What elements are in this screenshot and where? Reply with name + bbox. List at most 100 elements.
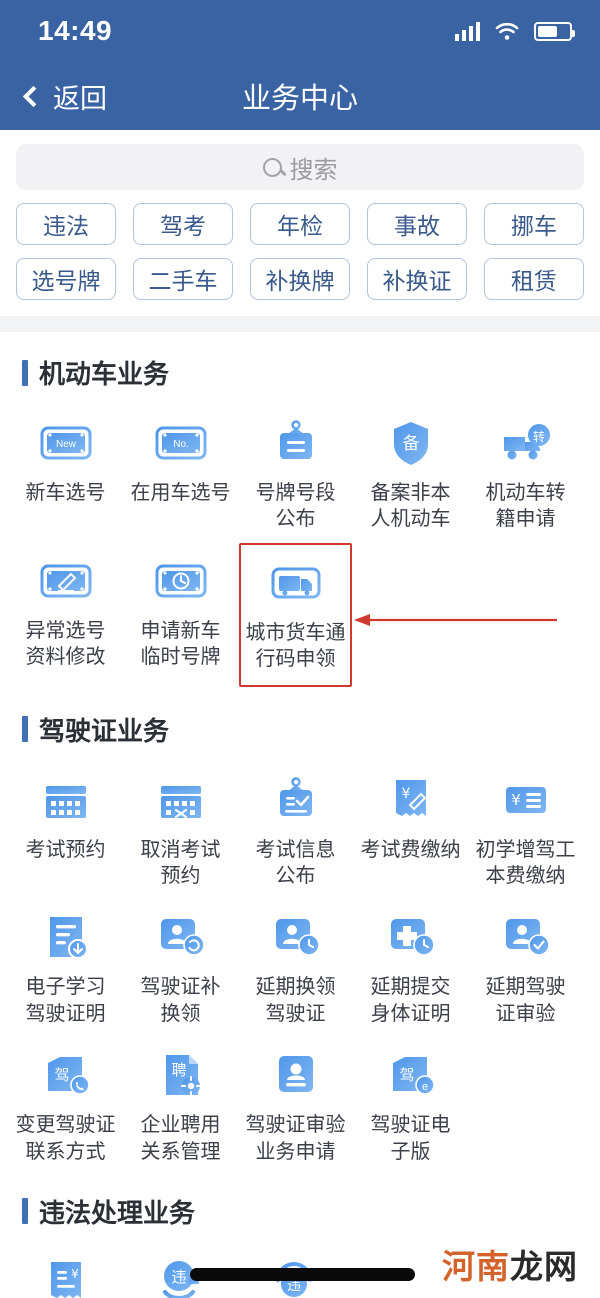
quick-tag-chip[interactable]: 驾考: [133, 203, 233, 245]
service-item-label: 初学增驾工 本费缴纳: [475, 838, 576, 887]
document-download-icon: [38, 909, 94, 965]
service-item[interactable]: No. 在用车选号: [124, 409, 237, 533]
signal-bars-icon: [455, 21, 480, 41]
search-icon: [262, 157, 282, 177]
back-button-label: 返回: [53, 83, 107, 114]
service-item-label: 延期换领 驾驶证: [255, 976, 336, 1025]
redaction-bar: [190, 1268, 415, 1281]
service-item[interactable]: ¥: [9, 1248, 122, 1298]
service-item[interactable]: ¥ 考试费缴纳: [354, 766, 467, 890]
yuan-list-icon: ¥: [498, 772, 554, 828]
svg-text:No.: No.: [173, 439, 189, 450]
battery-icon: [534, 21, 575, 41]
section-title-label: 驾驶证业务: [39, 715, 170, 746]
quick-tag-chip[interactable]: 补换牌: [250, 258, 350, 300]
svg-text:e: e: [421, 1081, 427, 1093]
svg-text:转: 转: [532, 429, 544, 444]
service-item-label: 考试费缴纳: [360, 838, 461, 861]
service-item[interactable]: 转机动车转 籍申请: [469, 409, 582, 533]
svg-text:违: 违: [171, 1268, 186, 1286]
svg-text:¥: ¥: [71, 1267, 79, 1281]
service-item-label: 延期驾驶 证审验: [485, 976, 566, 1025]
wifi-icon: [494, 21, 520, 41]
quick-tag-chip[interactable]: 年检: [250, 203, 350, 245]
section-divider: [0, 316, 600, 332]
service-item[interactable]: 延期提交 身体证明: [354, 903, 467, 1027]
service-item[interactable]: 驾驶证补 换领: [124, 903, 237, 1027]
receipt-yuan-edit-icon: ¥: [383, 772, 439, 828]
quick-tag-chip[interactable]: 挪车: [484, 203, 584, 245]
service-section: 驾驶证业务考试预约 取消考试 预约 考试信息 公布 ¥ 考试费缴纳 ¥ 初学增驾工 本费缴纳…: [0, 689, 600, 1171]
back-button[interactable]: 返回: [22, 77, 107, 116]
quick-tag-chip[interactable]: 选号牌: [16, 258, 116, 300]
service-item[interactable]: ¥ 初学增驾工 本费缴纳: [469, 766, 582, 890]
service-item[interactable]: 延期驾驶 证审验: [469, 903, 582, 1027]
service-item[interactable]: 异常选号 资料修改: [9, 547, 122, 683]
watermark-part-1: 河南: [442, 1248, 510, 1285]
service-item-label: 机动车转 籍申请: [485, 482, 566, 531]
site-watermark: 河南龙网: [442, 1240, 578, 1288]
person-stamp-icon: [268, 1047, 324, 1103]
svg-text:驾: 驾: [399, 1066, 414, 1084]
svg-text:New: New: [55, 439, 76, 450]
service-section: 机动车业务 New 新车选号 No. 在用车选号 号牌号段 公布备备案非本 人机动车转机动…: [0, 332, 600, 689]
section-accent-bar: [22, 716, 28, 743]
service-item[interactable]: 号牌号段 公布: [239, 409, 352, 533]
service-item[interactable]: 城市货车通 行码申领: [239, 542, 352, 687]
service-item-label: 申请新车 临时号牌: [140, 619, 221, 669]
quick-tag-chip[interactable]: 二手车: [133, 258, 233, 300]
service-item-label: 变更驾驶证 联系方式: [15, 1114, 116, 1163]
receipt-fine-icon: ¥: [38, 1254, 94, 1298]
quick-tag-chip[interactable]: 事故: [367, 203, 467, 245]
svg-text:驾: 驾: [54, 1066, 69, 1084]
calendar-cancel-icon: [153, 772, 209, 828]
city-truck-pass-icon: [268, 555, 324, 611]
service-item-label: 新车选号: [25, 482, 106, 504]
service-item-label: 在用车选号: [130, 482, 231, 504]
service-item[interactable]: 考试预约: [9, 766, 122, 890]
search-input[interactable]: 搜索: [16, 144, 584, 190]
svg-text:¥: ¥: [511, 791, 521, 809]
app-root: 14:49 返回 业务中心 搜索 违法 驾考 年检 事故 挪车 选号牌 二手车 …: [0, 0, 600, 1298]
signboard-icon: [268, 415, 324, 471]
watermark-part-2: 龙网: [510, 1248, 578, 1285]
svg-text:¥: ¥: [401, 786, 410, 802]
chevron-left-icon: [22, 85, 45, 107]
service-grid: New 新车选号 No. 在用车选号 号牌号段 公布备备案非本 人机动车转机动车转 籍申…: [0, 401, 600, 689]
service-item-label: 号牌号段 公布: [255, 482, 336, 531]
svg-text:聘: 聘: [171, 1061, 186, 1079]
quick-tag-chip[interactable]: 租赁: [484, 258, 584, 300]
service-item[interactable]: 聘企业聘用 关系管理: [124, 1041, 237, 1165]
truck-transfer-icon: 转: [498, 415, 554, 471]
service-item[interactable]: 驾 e 驾驶证电 子版: [354, 1041, 467, 1165]
signboard-check-icon: [268, 772, 324, 828]
service-item[interactable]: 备备案非本 人机动车: [354, 409, 467, 533]
service-item-label: 电子学习 驾驶证明: [25, 976, 106, 1025]
service-item[interactable]: 考试信息 公布: [239, 766, 352, 890]
quick-tag-chip[interactable]: 补换证: [367, 258, 467, 300]
service-item-label: 企业聘用 关系管理: [140, 1114, 221, 1163]
section-accent-bar: [22, 359, 28, 386]
service-item[interactable]: 驾驶证审验 业务申请: [239, 1041, 352, 1165]
service-item[interactable]: 取消考试 预约: [124, 766, 237, 890]
service-item[interactable]: 驾变更驾驶证 联系方式: [9, 1041, 122, 1165]
shield-bei-icon: 备: [383, 415, 439, 471]
service-item[interactable]: 延期换领 驾驶证: [239, 903, 352, 1027]
service-item-label: 驾驶证审验 业务申请: [245, 1114, 346, 1163]
status-indicators: [455, 21, 575, 41]
service-sections: 机动车业务 New 新车选号 No. 在用车选号 号牌号段 公布备备案非本 人机动车转机动…: [0, 332, 600, 1298]
person-refresh-icon: [153, 909, 209, 965]
calendar-icon: [38, 772, 94, 828]
app-header: 14:49 返回 业务中心: [0, 0, 600, 130]
service-item[interactable]: 电子学习 驾驶证明: [9, 903, 122, 1027]
medical-clock-icon: [383, 909, 439, 965]
service-item[interactable]: 申请新车 临时号牌: [124, 547, 237, 683]
quick-tag-chip[interactable]: 违法: [16, 203, 116, 245]
service-item[interactable]: New 新车选号: [9, 409, 122, 533]
service-item-label: 驾驶证补 换领: [140, 976, 221, 1025]
license-electronic-icon: 驾e: [383, 1047, 439, 1103]
service-item-label: 考试信息 公布: [255, 838, 336, 887]
person-check-icon: [498, 909, 554, 965]
section-header: 机动车业务: [0, 354, 600, 391]
service-item-label: 备案非本 人机动车: [370, 482, 451, 531]
